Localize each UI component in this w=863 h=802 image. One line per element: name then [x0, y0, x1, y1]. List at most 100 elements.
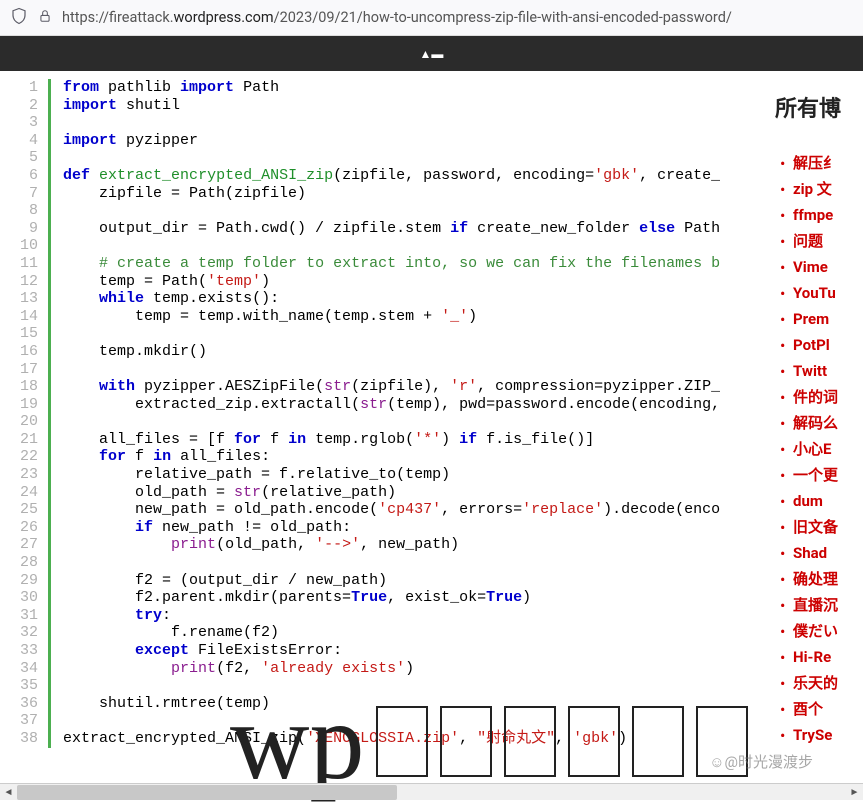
sidebar-item[interactable]: PotPl: [775, 335, 863, 356]
code-line: new_path = old_path.encode('cp437', erro…: [63, 501, 720, 519]
code-line: [63, 413, 720, 431]
sidebar-item[interactable]: 问题: [775, 231, 863, 252]
wp-overlay: wp: [230, 703, 748, 780]
sidebar-link[interactable]: 解码么: [793, 414, 838, 432]
sidebar-item[interactable]: Prem: [775, 309, 863, 330]
sidebar-item[interactable]: Twitt: [775, 361, 863, 382]
code-line: all_files = [f for f in temp.rglob('*') …: [63, 431, 720, 449]
line-number: 22: [20, 448, 38, 466]
code-line: [63, 554, 720, 572]
url-prefix: https://fireattack.: [62, 9, 174, 26]
scroll-track[interactable]: [17, 784, 846, 800]
sidebar-link[interactable]: Twitt: [793, 362, 827, 380]
sidebar-link[interactable]: 僕だい: [793, 622, 838, 640]
sidebar-link[interactable]: zip 文: [793, 180, 832, 198]
lock-icon[interactable]: [38, 8, 52, 27]
sidebar-link[interactable]: Vime: [793, 258, 828, 276]
overlay-placeholder-box: [632, 706, 684, 777]
sidebar-link[interactable]: Prem: [793, 310, 829, 328]
code-line: zipfile = Path(zipfile): [63, 185, 720, 203]
line-number: 2: [20, 97, 38, 115]
sidebar: 所有博 解压纟 zip 文 ffmpe 问题 Vime YouTu Prem PotPl Twi…: [770, 71, 863, 783]
line-number: 26: [20, 519, 38, 537]
url-path: /2023/09/21/how-to-uncompress-zip-file-w…: [274, 9, 732, 26]
scroll-left-arrow[interactable]: ◄: [0, 784, 17, 801]
sidebar-item[interactable]: Vime: [775, 257, 863, 278]
sidebar-item[interactable]: ffmpe: [775, 205, 863, 226]
sidebar-item[interactable]: 解码么: [775, 413, 863, 434]
code-line: import pyzipper: [63, 132, 720, 150]
browser-address-bar: https://fireattack.wordpress.com/2023/09…: [0, 0, 863, 36]
sidebar-item[interactable]: zip 文: [775, 179, 863, 200]
sidebar-link[interactable]: ffmpe: [793, 206, 833, 224]
wp-overlay-text: wp: [230, 703, 364, 780]
sidebar-item[interactable]: 件的词: [775, 387, 863, 408]
sidebar-item[interactable]: 乐天的: [775, 673, 863, 694]
code-line: f2.parent.mkdir(parents=True, exist_ok=T…: [63, 589, 720, 607]
sidebar-item[interactable]: 小心E: [775, 439, 863, 460]
sidebar-link[interactable]: 件的词: [793, 388, 838, 406]
sidebar-link[interactable]: dum: [793, 492, 823, 510]
sidebar-item[interactable]: 旧文备: [775, 517, 863, 538]
code-line: [63, 325, 720, 343]
line-number: 6: [20, 167, 38, 185]
overlay-placeholder-box: [440, 706, 492, 777]
sidebar-link[interactable]: 直播沉: [793, 596, 838, 614]
overlay-placeholder-box: [504, 706, 556, 777]
sidebar-link[interactable]: YouTu: [793, 284, 836, 302]
line-number: 32: [20, 624, 38, 642]
main-content: 1234567891011121314151617181920212223242…: [0, 71, 863, 783]
sidebar-link[interactable]: 一个更: [793, 466, 838, 484]
sidebar-link[interactable]: 旧文备: [793, 518, 838, 536]
line-number: 15: [20, 325, 38, 343]
sidebar-link[interactable]: 酉个: [793, 700, 823, 718]
sidebar-item[interactable]: TrySe: [775, 725, 863, 746]
line-number: 28: [20, 554, 38, 572]
sidebar-link[interactable]: 确处理: [793, 570, 838, 588]
horizontal-scrollbar[interactable]: ◄ ►: [0, 783, 863, 800]
collapse-bar[interactable]: ▲▬: [0, 36, 863, 71]
code-line: [63, 149, 720, 167]
tracking-shield-icon[interactable]: [10, 7, 28, 29]
scroll-thumb[interactable]: [17, 785, 397, 800]
line-number: 17: [20, 361, 38, 379]
sidebar-item[interactable]: YouTu: [775, 283, 863, 304]
chevron-up-icon: ▲▬: [420, 47, 444, 61]
sidebar-item[interactable]: 酉个: [775, 699, 863, 720]
line-number: 16: [20, 343, 38, 361]
sidebar-link[interactable]: 解压纟: [793, 154, 838, 172]
sidebar-item[interactable]: 解压纟: [775, 153, 863, 174]
line-number: 8: [20, 202, 38, 220]
sidebar-item[interactable]: 僕だい: [775, 621, 863, 642]
code-line: print(old_path, '-->', new_path): [63, 536, 720, 554]
url-text[interactable]: https://fireattack.wordpress.com/2023/09…: [62, 9, 732, 26]
sidebar-link[interactable]: Shad: [793, 544, 827, 562]
sidebar-item[interactable]: Hi-Re: [775, 647, 863, 668]
sidebar-link[interactable]: 乐天的: [793, 674, 838, 692]
code-line: [63, 677, 720, 695]
code-line: temp.mkdir(): [63, 343, 720, 361]
line-number: 31: [20, 607, 38, 625]
sidebar-item[interactable]: dum: [775, 491, 863, 512]
sidebar-item[interactable]: 确处理: [775, 569, 863, 590]
code-line: if new_path != old_path:: [63, 519, 720, 537]
code-line: f2 = (output_dir / new_path): [63, 572, 720, 590]
code-lines[interactable]: from pathlib import Pathimport shutilimp…: [48, 79, 720, 748]
sidebar-link[interactable]: Hi-Re: [793, 648, 831, 666]
code-line: import shutil: [63, 97, 720, 115]
scroll-right-arrow[interactable]: ►: [846, 784, 863, 801]
sidebar-title: 所有博: [775, 91, 863, 123]
line-number: 21: [20, 431, 38, 449]
line-number: 30: [20, 589, 38, 607]
sidebar-list: 解压纟 zip 文 ffmpe 问题 Vime YouTu Prem PotPl Twitt 件的…: [775, 153, 863, 746]
sidebar-item[interactable]: Shad: [775, 543, 863, 564]
line-number: 23: [20, 466, 38, 484]
code-line: output_dir = Path.cwd() / zipfile.stem i…: [63, 220, 720, 238]
sidebar-link[interactable]: TrySe: [793, 726, 832, 744]
sidebar-link[interactable]: PotPl: [793, 336, 830, 354]
sidebar-link[interactable]: 小心E: [793, 440, 831, 458]
code-line: print(f2, 'already exists'): [63, 660, 720, 678]
sidebar-link[interactable]: 问题: [793, 232, 823, 250]
sidebar-item[interactable]: 直播沉: [775, 595, 863, 616]
sidebar-item[interactable]: 一个更: [775, 465, 863, 486]
